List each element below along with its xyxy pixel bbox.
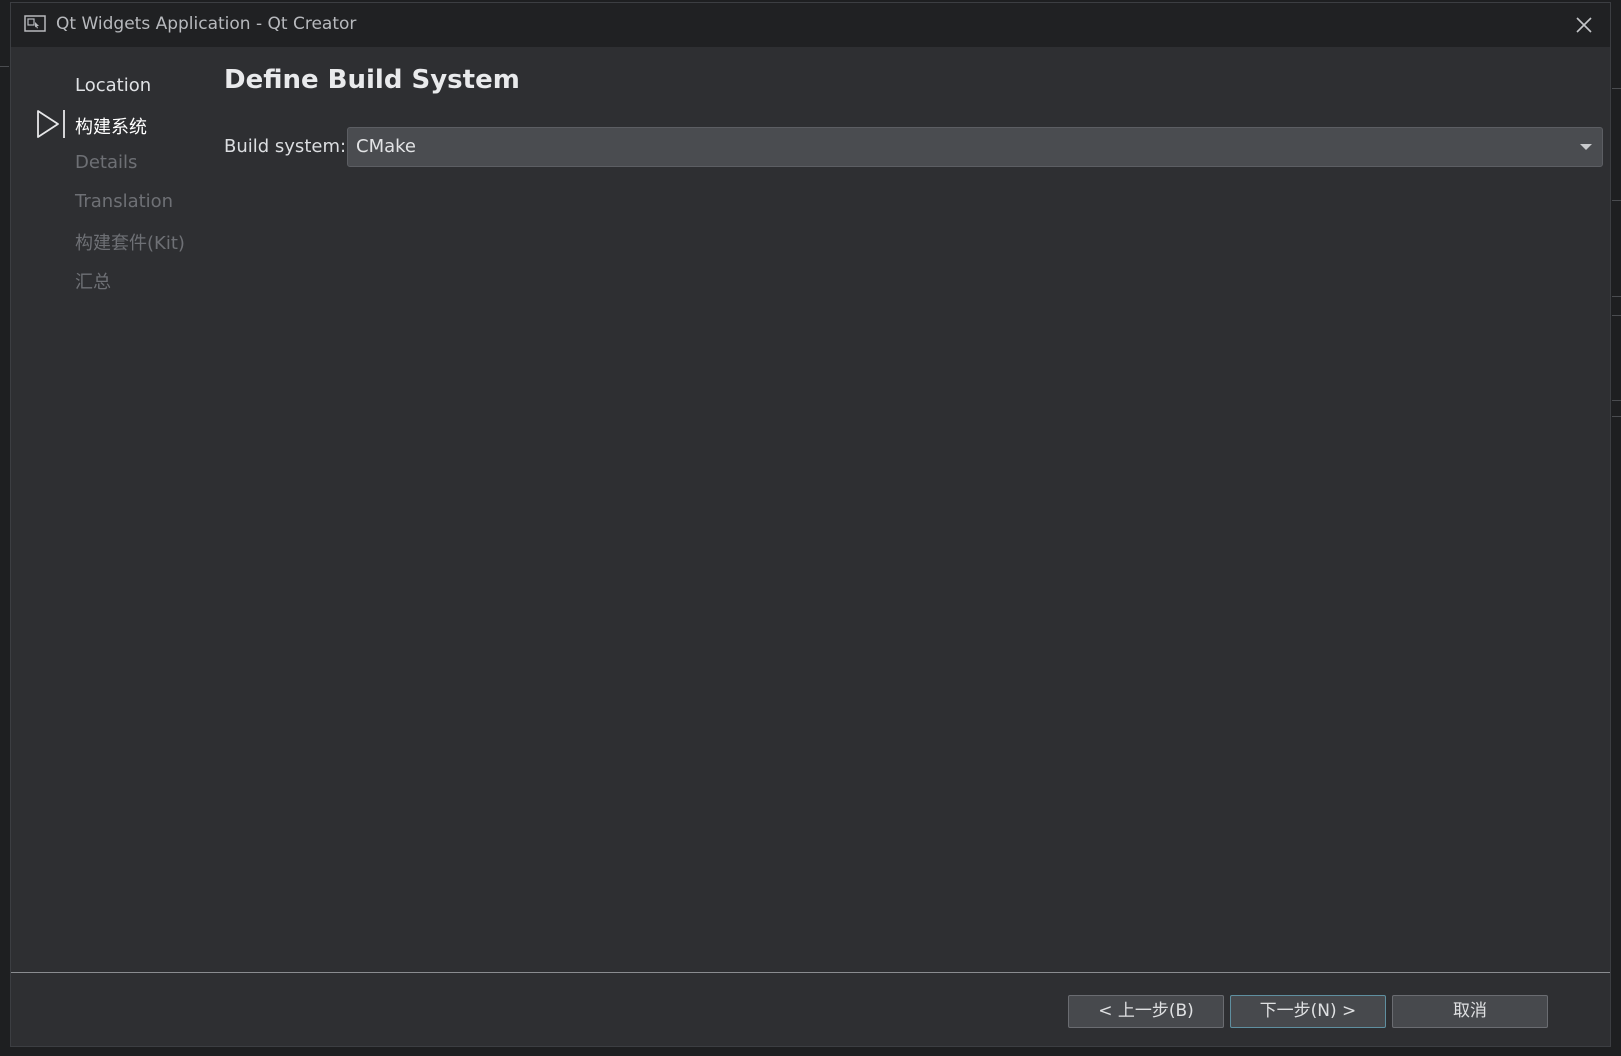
close-icon[interactable] — [1574, 15, 1594, 35]
footer-separator — [11, 972, 1610, 973]
background-editor-line — [1612, 296, 1621, 297]
step-build-system: 构建系统 — [75, 117, 147, 138]
window-title: Qt Widgets Application - Qt Creator — [56, 14, 357, 34]
step-location: Location — [75, 75, 152, 96]
build-system-label: Build system: — [224, 136, 347, 157]
desktop-background: Qt Widgets Application - Qt Creator Loca… — [0, 0, 1621, 1056]
step-details: Details — [75, 152, 138, 173]
background-editor-line — [1612, 200, 1621, 201]
step-translation: Translation — [75, 191, 174, 212]
background-editor-line — [1612, 400, 1621, 401]
background-editor-line — [1612, 88, 1621, 89]
page-title: Define Build System — [224, 65, 520, 95]
current-step-arrow-icon — [37, 110, 65, 138]
back-button[interactable]: < 上一步(B) — [1068, 995, 1224, 1028]
qt-creator-app-icon — [24, 15, 46, 32]
step-summary: 汇总 — [75, 272, 111, 293]
background-editor-line — [0, 66, 9, 67]
window-titlebar[interactable]: Qt Widgets Application - Qt Creator — [11, 3, 1610, 47]
new-project-wizard-dialog: Qt Widgets Application - Qt Creator Loca… — [10, 2, 1611, 1047]
step-kits: 构建套件(Kit) — [75, 233, 185, 254]
dropdown-arrow-icon — [1580, 144, 1592, 150]
background-editor-line — [1612, 315, 1621, 316]
build-system-selected-value: CMake — [356, 136, 416, 157]
build-system-combobox[interactable]: CMake — [347, 127, 1603, 167]
cancel-button[interactable]: 取消 — [1392, 995, 1548, 1028]
next-button[interactable]: 下一步(N) > — [1230, 995, 1386, 1028]
background-editor-line — [1612, 416, 1621, 417]
